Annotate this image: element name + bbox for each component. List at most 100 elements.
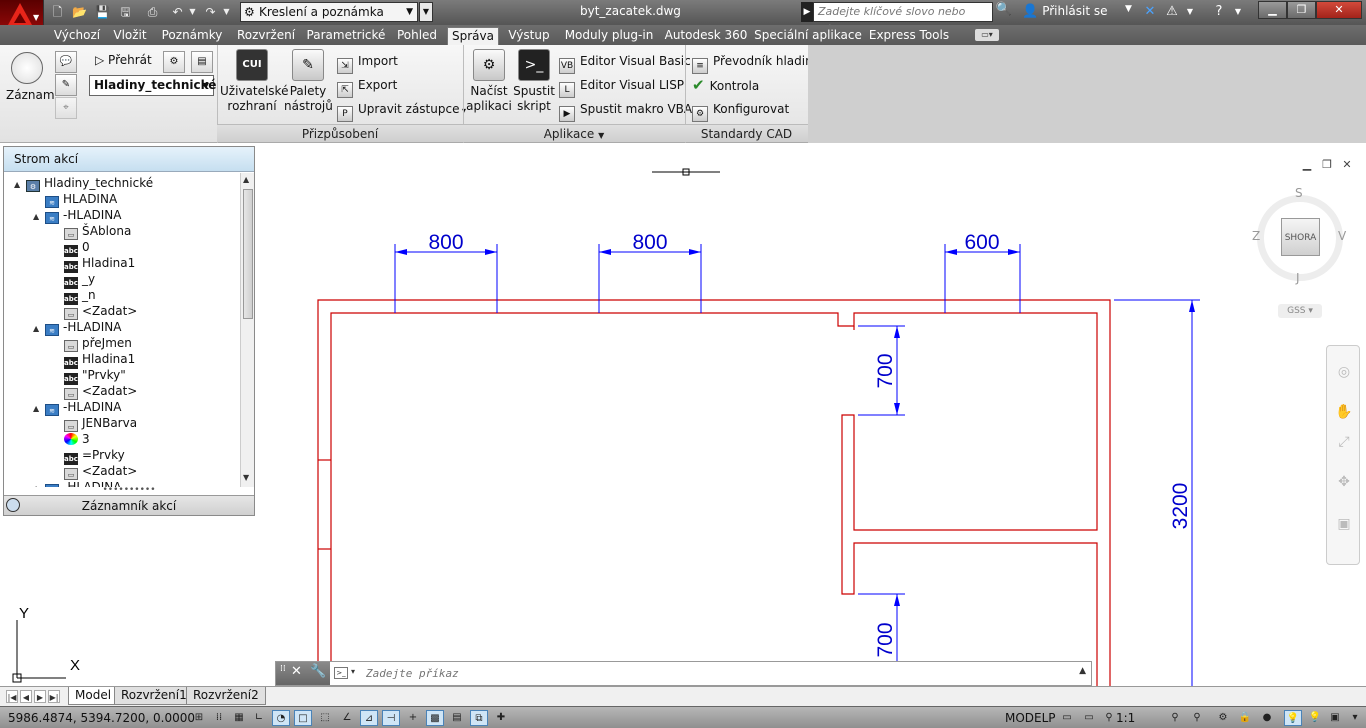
scroll-down-icon[interactable]: ▼ [243, 473, 249, 482]
request-input-icon[interactable]: ✎ [55, 74, 77, 96]
viewport-close-button[interactable]: ✕ [1340, 158, 1354, 172]
annotation-monitor-icon[interactable]: ✚ [492, 710, 510, 726]
tree-row[interactable]: abc Hladina1 [52, 351, 135, 369]
tree-row[interactable]: ▲≋-HLADINA [33, 319, 122, 337]
quick-view-layouts-icon[interactable]: ▭ [1058, 710, 1076, 726]
tree-row[interactable]: ▭ přeJmen [52, 335, 132, 352]
chevron-down-icon[interactable]: ▼ [1228, 2, 1248, 22]
layout-tab-1[interactable]: Rozvržení1 [114, 687, 194, 705]
tree-row[interactable]: abc Hladina1 [52, 255, 135, 273]
dynamic-input-icon[interactable]: ⊣ [382, 710, 400, 726]
save-as-icon[interactable]: 🖫 [116, 3, 135, 21]
tree-scrollbar[interactable]: ▲ ▼ [240, 173, 254, 487]
compass-north[interactable]: S [1295, 186, 1303, 200]
pan-hand-icon[interactable]: ✋ [1333, 404, 1355, 426]
import-button[interactable]: ⇲ Import [337, 52, 398, 74]
base-point-icon[interactable]: ⌖ [55, 97, 77, 119]
save-icon[interactable]: 💾 [93, 3, 112, 21]
tree-row[interactable]: ▭ ŠAblona [52, 223, 131, 240]
grip-icon[interactable]: ⁞⁞ [280, 664, 286, 674]
tree-row[interactable]: ▭ JENBarva [52, 415, 137, 432]
workspace-select[interactable]: ⚙ Kreslení a poznámka ▼ [240, 2, 418, 22]
viewport-minimize-button[interactable]: ▁ [1300, 158, 1314, 172]
lineweight-icon[interactable]: + [404, 710, 422, 726]
viewport-restore-button[interactable]: ❐ [1320, 158, 1334, 172]
status-menu-icon[interactable]: ▾ [1346, 710, 1364, 726]
edit-aliases-button[interactable]: P Upravit zástupce ▾ [337, 100, 466, 122]
chevron-down-icon[interactable]: ▾ [351, 667, 355, 676]
message-icon[interactable]: 💬 [55, 51, 77, 73]
open-file-icon[interactable]: 📂 [70, 3, 89, 21]
ucs-menu-button[interactable]: GSS ▾ [1278, 304, 1322, 318]
close-button[interactable]: ✕ [1316, 1, 1362, 19]
orbit-icon[interactable]: ✥ [1333, 474, 1355, 496]
tree-row[interactable]: ▭ <Zadat> [52, 303, 137, 320]
command-history-icon[interactable]: ▲ [1079, 666, 1086, 676]
annotation-visibility-icon[interactable]: ⚲ [1166, 710, 1184, 726]
tab-moduly[interactable]: Moduly plug-in [559, 27, 659, 45]
isolate-objects-icon[interactable]: 💡 [1284, 710, 1302, 726]
steering-wheel-icon[interactable]: ◎ [1333, 364, 1355, 386]
layer-translator-button[interactable]: ≡ Převodník hladin [692, 52, 813, 74]
prev-layout-icon[interactable]: ◀ [20, 690, 32, 703]
tab-pohled[interactable]: Pohled [392, 27, 442, 45]
polar-tracking-icon[interactable]: ◔ [272, 710, 290, 726]
tab-vychozi[interactable]: Výchozí [50, 27, 104, 45]
tab-parametricke[interactable]: Parametrické [304, 27, 388, 45]
action-recorder-footer[interactable]: Záznamník akcí [4, 495, 254, 515]
tree-toggle-icon[interactable]: ▲ [33, 209, 45, 225]
tab-express[interactable]: Express Tools [866, 27, 952, 45]
scroll-thumb[interactable] [243, 189, 253, 319]
tree-row[interactable]: abc _n [52, 287, 96, 305]
3d-osnap-icon[interactable]: ⬚ [316, 710, 334, 726]
stay-connected-icon[interactable]: ⚠ [1162, 2, 1182, 22]
layout-tab-model[interactable]: Model [68, 687, 119, 705]
tab-poznamky[interactable]: Poznámky [158, 27, 226, 45]
record-button[interactable] [11, 52, 43, 84]
tree-row[interactable]: ▭ <Zadat> [52, 383, 137, 400]
tab-vystup[interactable]: Výstup [504, 27, 554, 45]
run-script-button[interactable]: >_ Spustit skript [512, 49, 556, 114]
tree-row[interactable]: ≋ HLADINA [33, 191, 117, 208]
chevron-down-icon[interactable]: ▼ [1125, 4, 1132, 14]
clean-screen-icon[interactable]: ▣ [1326, 710, 1344, 726]
annotation-scale-value[interactable]: 1:1 [1116, 711, 1135, 725]
object-snap-tracking-icon[interactable]: ∠ [338, 710, 356, 726]
manage-actions-icon[interactable]: ▤ [191, 51, 213, 73]
tab-vlozit[interactable]: Vložit [108, 27, 152, 45]
tab-specialni[interactable]: Speciální aplikace [753, 27, 863, 45]
help-icon[interactable]: ? [1209, 2, 1229, 22]
run-vba-button[interactable]: ▶ Spustit makro VBA [559, 100, 692, 122]
viewcube-top-face[interactable]: SHORA [1281, 218, 1320, 256]
tree-row[interactable]: abc =Prvky [52, 447, 125, 465]
action-macro-select[interactable]: Hladiny_technické ▼ [89, 75, 216, 96]
tool-palettes-button[interactable]: ✎ Palety nástrojů [284, 49, 333, 114]
redo-dropdown-icon[interactable]: ▼ [217, 3, 236, 21]
tab-sprava[interactable]: Správa [447, 27, 499, 45]
search-input[interactable]: Zadejte klíčové slovo nebo výraz. [813, 2, 993, 36]
workspace-switching-icon[interactable]: ⚙ [1214, 710, 1232, 726]
grid-display-icon[interactable]: ▦ [230, 710, 248, 726]
dynamic-ucs-icon[interactable]: ⊿ [360, 710, 378, 726]
snap-mode-icon[interactable]: ⁞⁞ [210, 710, 228, 726]
tree-row[interactable]: abc "Prvky" [52, 367, 126, 385]
ribbon-minimize-button[interactable]: ▭▾ [975, 29, 999, 41]
cui-button[interactable]: CUI Uživatelské rozhraní [220, 49, 288, 114]
zoom-extents-icon[interactable]: ⤢ [1333, 434, 1355, 456]
tree-row[interactable]: ▲≋-HLADINA [33, 399, 122, 416]
tree-row[interactable]: 3 [52, 431, 90, 447]
layout-tab-2[interactable]: Rozvržení2 [186, 687, 266, 705]
lock-icon[interactable]: 🔒 [1236, 710, 1254, 726]
preference-icon[interactable]: ⚙ [163, 51, 185, 73]
showmotion-icon[interactable]: ▣ [1333, 516, 1355, 538]
tree-toggle-icon[interactable]: ▲ [33, 321, 45, 337]
tab-autodesk360[interactable]: Autodesk 360 [664, 27, 748, 45]
signin-button[interactable]: 👤 Přihlásit se [1022, 4, 1108, 19]
transparency-icon[interactable]: ▩ [426, 710, 444, 726]
new-file-icon[interactable]: 🗋 [48, 3, 67, 21]
tree-row[interactable]: abc _y [52, 271, 95, 289]
tab-rozvrzeni[interactable]: Rozvržení [232, 27, 300, 45]
palette-resize-grip[interactable]: •••••••••• [4, 486, 254, 495]
command-input[interactable] [366, 665, 1066, 682]
quick-properties-icon[interactable]: ▤ [448, 710, 466, 726]
